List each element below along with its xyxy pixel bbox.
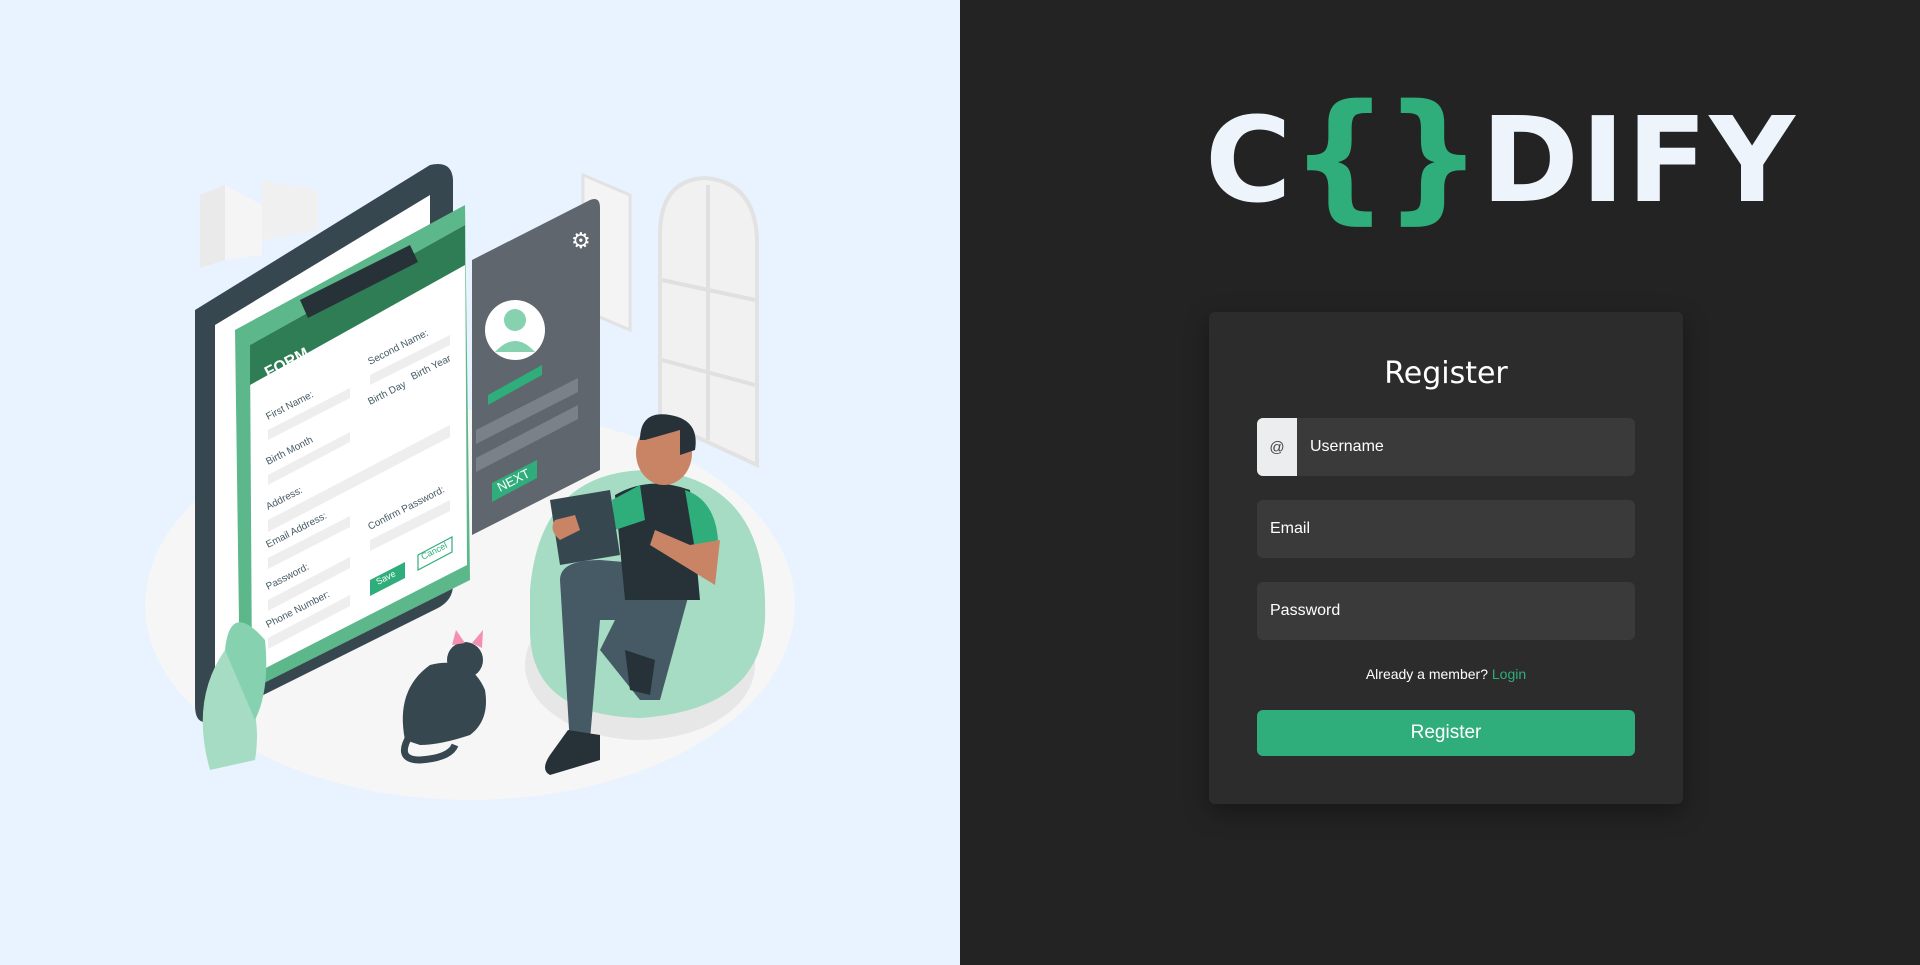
logo-text-right: DIFY [1480,91,1797,229]
gear-icon: ⚙ [571,228,591,253]
username-field: @ [1257,418,1635,476]
username-input[interactable] [1297,418,1635,476]
codify-logo: C { } DIFY [1205,75,1797,238]
register-card: Register @ Already a member? Login Regis… [1209,312,1683,804]
register-panel: C { } DIFY Register @ Already a member? … [960,0,1920,965]
email-field [1257,500,1635,558]
login-link[interactable]: Login [1492,666,1526,682]
member-text: Already a member? [1365,666,1488,682]
logo-text-left: C [1205,91,1294,229]
password-input[interactable] [1257,582,1635,640]
password-field [1257,582,1635,640]
member-prompt: Already a member? Login [1209,666,1683,682]
illustration-panel: FORM First Name: Second Name: Birth Mont… [0,0,960,965]
logo-brace-close: } [1383,74,1485,238]
at-icon: @ [1257,418,1297,476]
register-button[interactable]: Register [1257,710,1635,756]
logo-brace-open: { [1289,74,1392,238]
signup-illustration: FORM First Name: Second Name: Birth Mont… [145,164,795,800]
email-input[interactable] [1257,500,1635,558]
register-title: Register [1384,356,1508,391]
